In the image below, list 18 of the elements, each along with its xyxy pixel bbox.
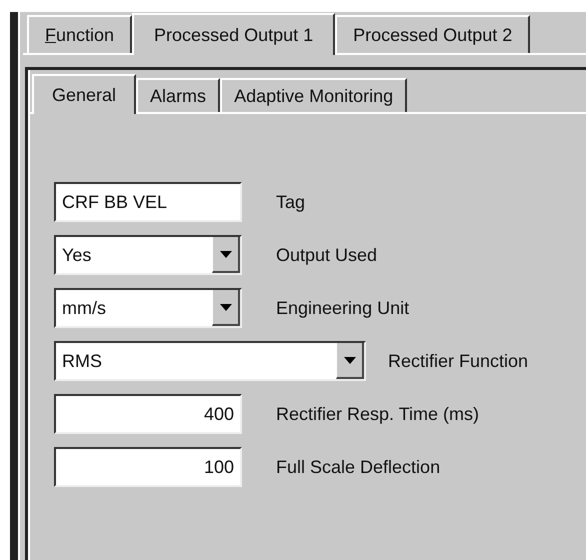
tab[interactable]: Function (27, 15, 132, 53)
field-label: Output Used (276, 244, 378, 266)
field-label: Engineering Unit (276, 298, 410, 318)
input-field[interactable]: 400 (54, 394, 242, 434)
tab[interactable]: Processed Output 2 (335, 15, 530, 53)
field-label: Rectifier Function (388, 350, 528, 372)
tab[interactable]: Alarms (136, 78, 220, 112)
field-label: Rectifier Resp. Time (ms) (276, 404, 480, 424)
dropdown[interactable]: RMS (54, 341, 366, 381)
field-label: Tag (276, 192, 306, 212)
input-field[interactable]: CRF BB VEL (54, 182, 242, 222)
tab[interactable]: Adaptive Monitoring (220, 78, 408, 112)
tab[interactable]: Processed Output 1 (132, 13, 336, 55)
field-label: Full Scale Deflection (276, 456, 440, 478)
dropdown[interactable]: mm/s (54, 288, 242, 328)
dropdown[interactable]: Yes (54, 235, 242, 275)
tab[interactable]: General (32, 74, 136, 114)
input-field[interactable]: 100 (54, 447, 242, 487)
